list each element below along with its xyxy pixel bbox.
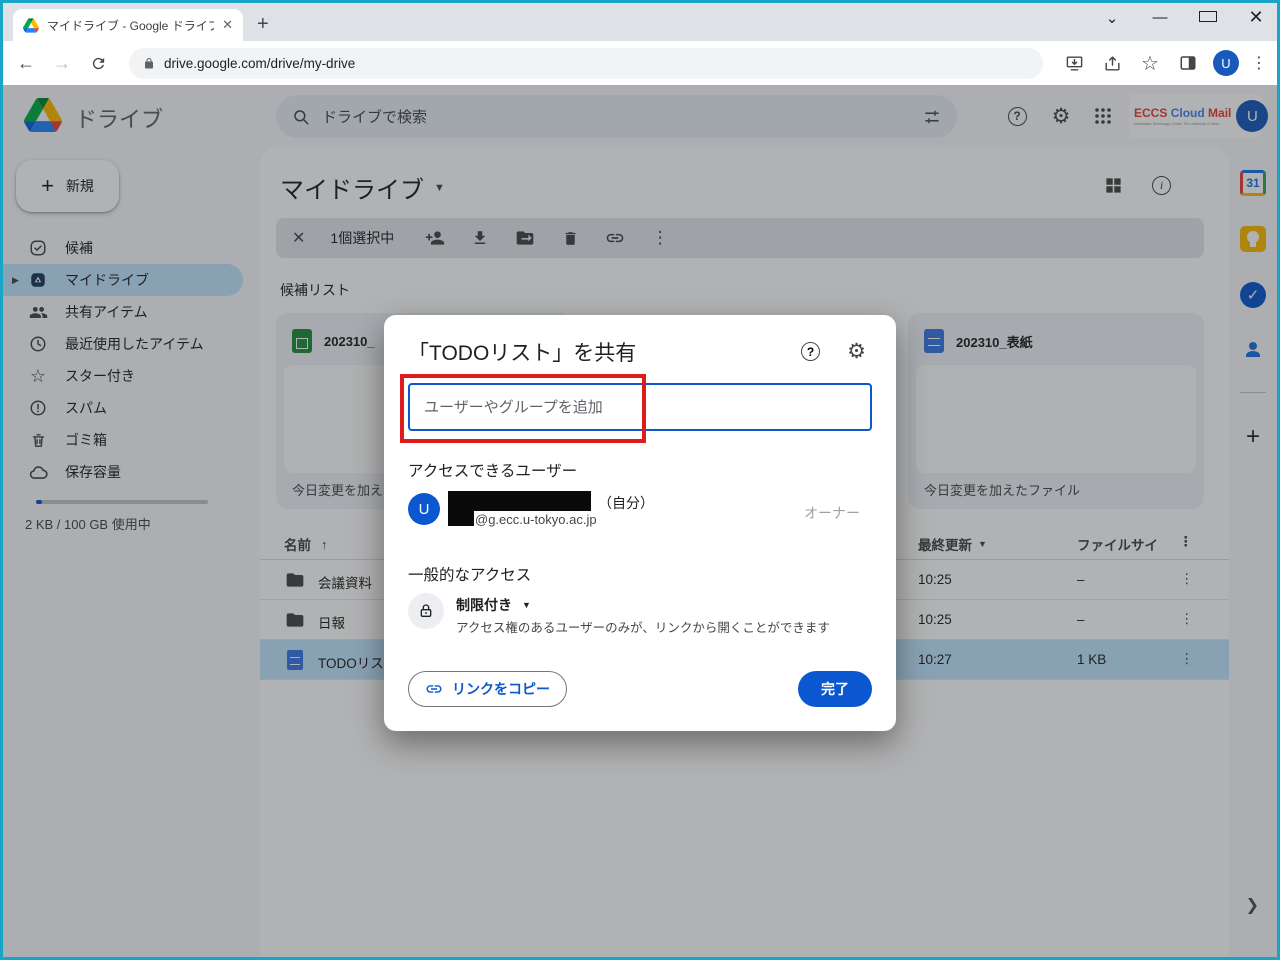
tab-title: マイドライブ - Google ドライブ <box>47 18 215 33</box>
done-label: 完了 <box>821 681 849 697</box>
url-bar[interactable]: drive.google.com/drive/my-drive <box>129 47 1043 79</box>
owner-avatar: U <box>408 493 440 525</box>
tab-strip: マイドライブ - Google ドライブ ✕ + ⌄ — ✕ <box>3 3 1277 41</box>
done-button[interactable]: 完了 <box>798 671 872 707</box>
add-people-input[interactable] <box>408 383 872 431</box>
redacted-email-prefix <box>448 511 474 526</box>
browser-toolbar: ← → drive.google.com/drive/my-drive ☆ U … <box>3 41 1277 85</box>
side-panel-icon[interactable] <box>1175 50 1201 76</box>
owner-role-label: オーナー <box>804 505 860 521</box>
dialog-settings-icon[interactable]: ⚙ <box>847 339 866 364</box>
window-menu-icon[interactable]: ⌄ <box>1103 9 1121 27</box>
access-heading: アクセスできるユーザー <box>408 463 578 480</box>
dropdown-caret-icon: ▼ <box>522 600 531 610</box>
lock-icon <box>408 593 444 629</box>
dialog-title: 「TODOリスト」を共有 <box>408 342 637 365</box>
browser-menu-icon[interactable]: ⋮ <box>1251 53 1267 73</box>
window-minimize-button[interactable]: — <box>1151 9 1169 26</box>
window-maximize-button[interactable] <box>1199 9 1217 26</box>
url-text: drive.google.com/drive/my-drive <box>164 55 356 71</box>
share-dialog: 「TODOリスト」を共有 ? ⚙ アクセスできるユーザー U （自分） @g.e… <box>384 315 896 731</box>
general-access-dropdown[interactable]: 制限付き ▼ <box>456 595 531 615</box>
tab-close-icon[interactable]: ✕ <box>222 17 233 33</box>
drive-favicon <box>23 17 39 33</box>
browser-window: マイドライブ - Google ドライブ ✕ + ⌄ — ✕ ← → drive… <box>0 0 1280 960</box>
dialog-help-icon[interactable]: ? <box>801 342 820 361</box>
reload-icon[interactable] <box>85 50 111 76</box>
owner-self-label: （自分） <box>598 495 654 511</box>
link-icon <box>425 680 443 698</box>
copy-link-button[interactable]: リンクをコピー <box>408 671 567 707</box>
install-icon[interactable] <box>1061 50 1087 76</box>
copy-link-label: リンクをコピー <box>452 681 550 697</box>
lock-icon <box>143 57 155 70</box>
owner-row: U （自分） @g.ecc.u-tokyo.ac.jp オーナー <box>408 491 872 535</box>
general-access-description: アクセス権のあるユーザーのみが、リンクから開くことができます <box>456 621 830 635</box>
browser-profile-avatar[interactable]: U <box>1213 50 1239 76</box>
general-access-heading: 一般的なアクセス <box>408 567 532 584</box>
new-tab-button[interactable]: + <box>257 13 269 35</box>
collapse-panel-chevron-icon[interactable]: ❯ <box>1246 895 1259 915</box>
window-close-button[interactable]: ✕ <box>1247 7 1265 28</box>
redacted-owner-name <box>448 491 591 511</box>
back-icon[interactable]: ← <box>13 50 39 76</box>
bookmark-star-icon[interactable]: ☆ <box>1137 50 1163 76</box>
forward-icon[interactable]: → <box>49 50 75 76</box>
drive-app: ドライブ ドライブで検索 ? ⚙ ECCS Cloud Mail Informa… <box>3 85 1277 957</box>
browser-tab[interactable]: マイドライブ - Google ドライブ ✕ <box>13 9 243 41</box>
owner-email: @g.ecc.u-tokyo.ac.jp <box>475 512 597 527</box>
share-icon[interactable] <box>1099 50 1125 76</box>
